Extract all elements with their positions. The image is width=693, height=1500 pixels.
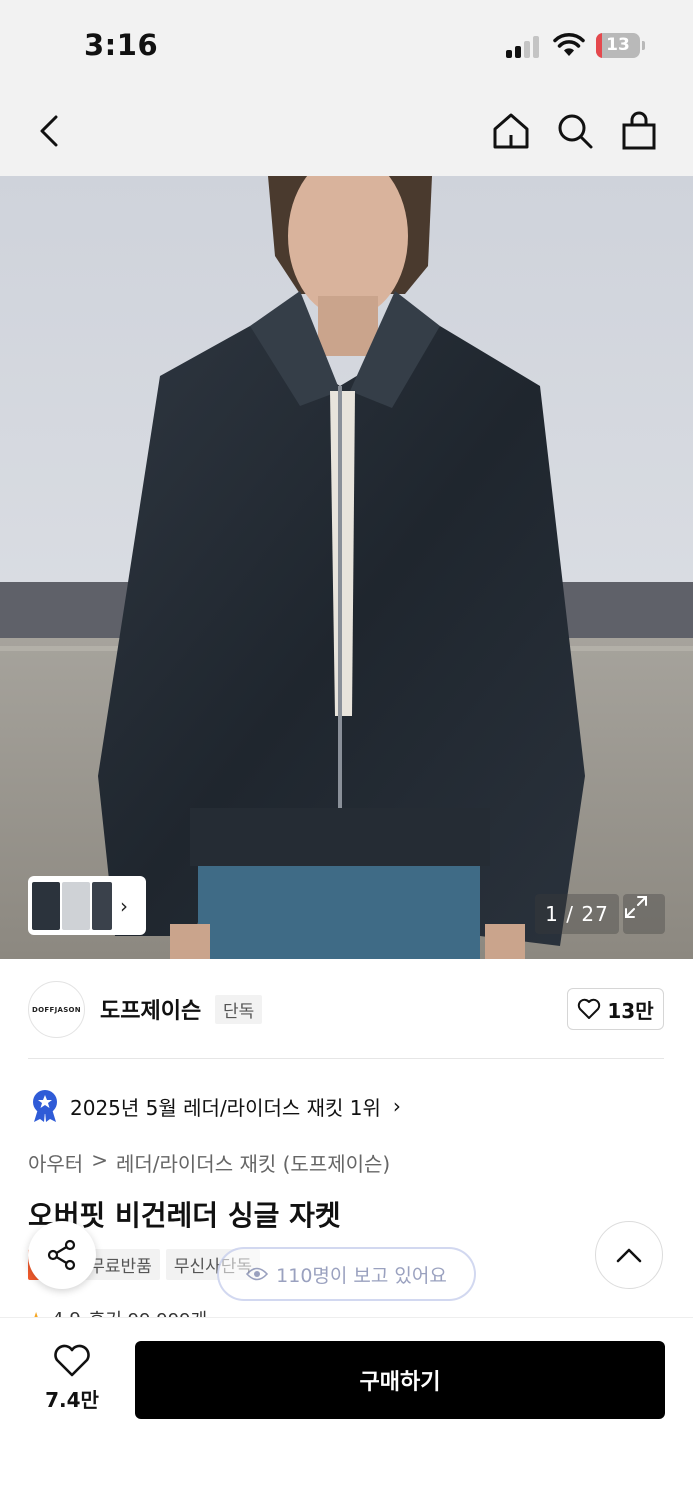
chevron-right-icon: › (392, 1094, 401, 1118)
cart-button[interactable] (614, 106, 664, 156)
breadcrumb-category[interactable]: 아우터 (28, 1148, 83, 1177)
share-button[interactable] (28, 1221, 96, 1289)
breadcrumb-separator: > (91, 1148, 108, 1172)
chevron-up-icon (616, 1248, 642, 1263)
battery-icon: 13 (596, 33, 646, 58)
chevron-right-icon: › (120, 893, 128, 918)
product-image-gallery[interactable]: › 1 / 27 (0, 176, 693, 959)
thumbnail-image (32, 881, 60, 930)
wishlist-button[interactable]: 7.4만 (30, 1344, 114, 1418)
brand-logo-text: DOFFJASON (32, 1005, 81, 1014)
search-button[interactable] (550, 106, 600, 156)
viewers-text: 110명이 보고 있어요 (276, 1264, 447, 1287)
breadcrumb-subcategory[interactable]: 레더/라이더스 재킷 (도프제이슨) (116, 1148, 390, 1177)
status-bar: 3:16 13 (0, 0, 693, 92)
chevron-left-icon (40, 115, 58, 147)
expand-icon (625, 896, 647, 918)
search-icon (558, 114, 593, 149)
product-photo (0, 176, 693, 959)
brand-like-count: 13만 (607, 998, 654, 1023)
home-button[interactable] (486, 106, 536, 156)
bottom-action-bar: 7.4만 구매하기 (0, 1317, 693, 1500)
eye-icon (246, 1267, 269, 1281)
share-icon (47, 1239, 76, 1271)
top-nav (0, 92, 693, 176)
cellular-signal-icon (506, 36, 544, 58)
buy-button[interactable]: 구매하기 (135, 1341, 665, 1419)
home-icon (493, 113, 529, 149)
status-time: 3:16 (84, 28, 159, 62)
thumbnail-image (62, 881, 90, 930)
wishlist-count: 7.4만 (45, 1388, 99, 1412)
heart-icon (54, 1344, 90, 1377)
back-button[interactable] (25, 106, 75, 156)
viewers-toast: 110명이 보고 있어요 (217, 1247, 476, 1301)
expand-button[interactable] (623, 894, 665, 934)
thumbnail-image (92, 881, 112, 930)
gallery-thumbnails[interactable]: › (28, 876, 146, 935)
breadcrumb: 아우터 > 레더/라이더스 재킷 (도프제이슨) (28, 1148, 390, 1177)
heart-icon (578, 998, 601, 1019)
wifi-icon (553, 33, 585, 56)
divider (28, 1058, 664, 1059)
brand-name[interactable]: 도프제이슨 (100, 993, 201, 1025)
scroll-top-button[interactable] (595, 1221, 663, 1289)
ranking-text: 2025년 5월 레더/라이더스 재킷 1위 (70, 1095, 381, 1120)
rank-medal-icon (33, 1090, 57, 1122)
image-counter: 1 / 27 (535, 894, 619, 934)
ranking-link[interactable]: 2025년 5월 레더/라이더스 재킷 1위 › (30, 1088, 401, 1124)
shopping-bag-icon (622, 111, 656, 150)
battery-level: 13 (606, 35, 630, 55)
brand-like-button[interactable]: 13만 (567, 988, 664, 1030)
brand-logo[interactable]: DOFFJASON (28, 981, 85, 1038)
exclusive-tag: 단독 (215, 995, 263, 1024)
